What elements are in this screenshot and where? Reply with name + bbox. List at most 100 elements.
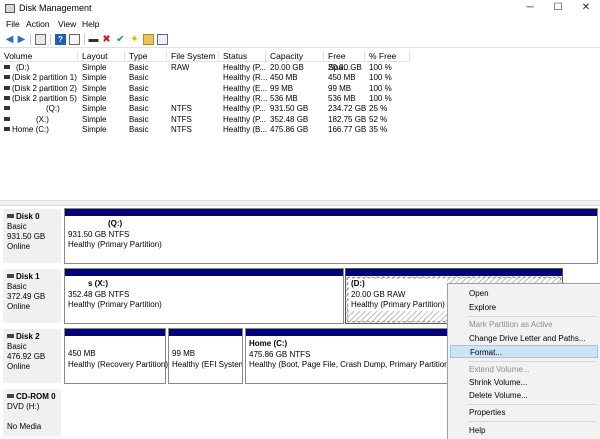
partition-x[interactable]: s (X:) 352.48 GB NTFS Healthy (Primary P… [64, 268, 344, 324]
partition-q-status: Healthy (Primary Partition) [68, 240, 162, 249]
volume-name: (Disk 2 partition 1) [12, 73, 77, 83]
menu-item-explore[interactable]: Explore [450, 301, 598, 314]
partition-bar [65, 329, 165, 336]
disk-2-label[interactable]: Disk 2 Basic 476.92 GB Online [2, 328, 62, 384]
table-row[interactable]: (Disk 2 partition 5) Simple Basic Health… [0, 94, 420, 104]
partition-x-status: Healthy (Primary Partition) [68, 300, 162, 309]
partition-q-title: (Q:) [108, 219, 123, 228]
table-row[interactable]: (Disk 2 partition 2) Simple Basic Health… [0, 84, 420, 94]
menu-item-change-drive-letter[interactable]: Change Drive Letter and Paths... [450, 332, 598, 345]
volume-status: Healthy (R... [223, 73, 268, 83]
volume-fs: RAW [171, 63, 190, 72]
volume-capacity: 536 MB [270, 93, 298, 103]
connect-drive-icon[interactable]: ▬ [88, 34, 99, 45]
volume-type: Basic [129, 83, 149, 93]
properties-icon[interactable] [69, 34, 80, 45]
volume-icon [4, 126, 10, 131]
table-row[interactable]: (X:) Simple Basic NTFS Healthy (P... 352… [0, 115, 420, 125]
partition-home-status: Healthy (Boot, Page File, Crash Dump, Pr… [249, 360, 452, 369]
cdrom-0-label[interactable]: CD-ROM 0 DVD (H:) No Media [2, 388, 62, 437]
col-file-system[interactable]: File System [167, 51, 219, 62]
volume-pct-free: 100 % [369, 93, 392, 103]
partition-q-size: 931.50 GB NTFS [68, 229, 130, 239]
menu-bar: File Action View Help [0, 17, 600, 31]
volume-pct-free: 35 % [369, 124, 388, 134]
menu-item-extend-volume[interactable]: Extend Volume... [450, 363, 598, 376]
back-arrow-icon[interactable]: ◀ [4, 34, 15, 45]
disk-management-icon [5, 4, 15, 13]
new-volume-icon[interactable]: ✦ [129, 34, 140, 45]
minimize-button[interactable]: ─ [516, 0, 544, 17]
menu-item-help[interactable]: Help [450, 424, 598, 437]
volume-pct-free: 100 % [369, 83, 392, 93]
forward-arrow-icon[interactable]: ▶ [16, 34, 27, 45]
menu-separator [468, 361, 596, 362]
volume-icon [4, 95, 10, 100]
partition-bar [169, 329, 242, 336]
volume-icon [4, 75, 10, 80]
menu-separator [468, 404, 596, 405]
disk-1-type: Basic [7, 282, 27, 291]
folder-icon[interactable] [143, 34, 154, 45]
partition-efi-size: 99 MB [172, 349, 196, 358]
menu-file[interactable]: File [6, 19, 20, 29]
volume-status: Healthy (B... [223, 124, 268, 134]
col-volume[interactable]: Volume [0, 51, 78, 62]
disk-1-size: 372.49 GB [7, 292, 46, 301]
col-percent-free[interactable]: % Free [365, 51, 410, 62]
toolbar-separator [30, 34, 31, 45]
table-row[interactable]: Home (C:) Simple Basic NTFS Healthy (B..… [0, 125, 420, 135]
volume-icon [4, 116, 10, 121]
disk-1-label[interactable]: Disk 1 Basic 372.49 GB Online [2, 268, 62, 324]
help-icon[interactable]: ? [55, 34, 66, 45]
col-layout[interactable]: Layout [78, 51, 125, 62]
volume-status: Healthy (E... [223, 83, 268, 93]
menu-item-delete-volume[interactable]: Delete Volume... [450, 389, 598, 402]
partition-q[interactable]: (Q:) 931.50 GB NTFS Healthy (Primary Par… [64, 208, 598, 264]
partition-home-title: Home (C:) [249, 339, 288, 348]
volume-layout: Simple [82, 124, 107, 134]
partition-recovery[interactable]: 450 MB Healthy (Recovery Partition) [64, 328, 168, 384]
menu-help[interactable]: Help [82, 19, 99, 29]
volume-free: 234.72 GB [328, 104, 367, 114]
volume-type: Basic [129, 73, 149, 83]
disk-icon [7, 334, 14, 338]
disk-0-label[interactable]: Disk 0 Basic 931.50 GB Online [2, 208, 62, 264]
disk-icon [7, 274, 14, 278]
delete-icon[interactable]: ✖ [101, 34, 112, 45]
volume-capacity: 20.00 GB [270, 63, 304, 72]
disk-0-name: Disk 0 [16, 212, 40, 221]
col-capacity[interactable]: Capacity [266, 51, 324, 62]
maximize-button[interactable]: ☐ [544, 0, 572, 17]
col-type[interactable]: Type [125, 51, 167, 62]
col-free-space[interactable]: Free Spa... [324, 51, 365, 72]
menu-item-format[interactable]: Format... [450, 345, 598, 358]
col-status[interactable]: Status [219, 51, 266, 62]
partition-efi[interactable]: 99 MB Healthy (EFI System P [168, 328, 243, 384]
volume-list: Volume Layout Type File System Status Ca… [0, 51, 600, 200]
window-title: Disk Management [19, 3, 92, 13]
menu-item-mark-active[interactable]: Mark Partition as Active [450, 318, 598, 331]
volume-name: (Disk 2 partition 5) [12, 93, 77, 103]
menu-item-properties[interactable]: Properties [450, 406, 598, 419]
volume-type: Basic [129, 93, 149, 103]
disk-1-status: Online [7, 302, 31, 311]
view-icon[interactable] [157, 34, 168, 45]
partition-bar [65, 269, 343, 276]
toolbar: ◀ ▶ ? ▬ ✖ ✔ ✦ [0, 31, 600, 48]
check-icon[interactable]: ✔ [115, 34, 126, 45]
volume-capacity: 352.48 GB [270, 114, 309, 124]
table-row[interactable]: (Q:) Simple Basic NTFS Healthy (P... 931… [0, 104, 420, 114]
volume-capacity: 931.50 GB [270, 104, 309, 114]
menu-action[interactable]: Action [26, 19, 50, 29]
cdrom-0-status: No Media [7, 422, 42, 431]
table-row[interactable]: (D:) Simple Basic RAW Healthy (P... 20.0… [0, 63, 420, 73]
menu-view[interactable]: View [58, 19, 76, 29]
close-button[interactable]: ✕ [572, 0, 600, 17]
console-tree-icon[interactable] [35, 34, 46, 45]
menu-item-open[interactable]: Open [450, 287, 598, 300]
title-bar: Disk Management ─ ☐ ✕ [0, 0, 600, 17]
menu-item-shrink-volume[interactable]: Shrink Volume... [450, 376, 598, 389]
disk-0-size: 931.50 GB [7, 232, 46, 241]
table-row[interactable]: (Disk 2 partition 1) Simple Basic Health… [0, 73, 420, 83]
